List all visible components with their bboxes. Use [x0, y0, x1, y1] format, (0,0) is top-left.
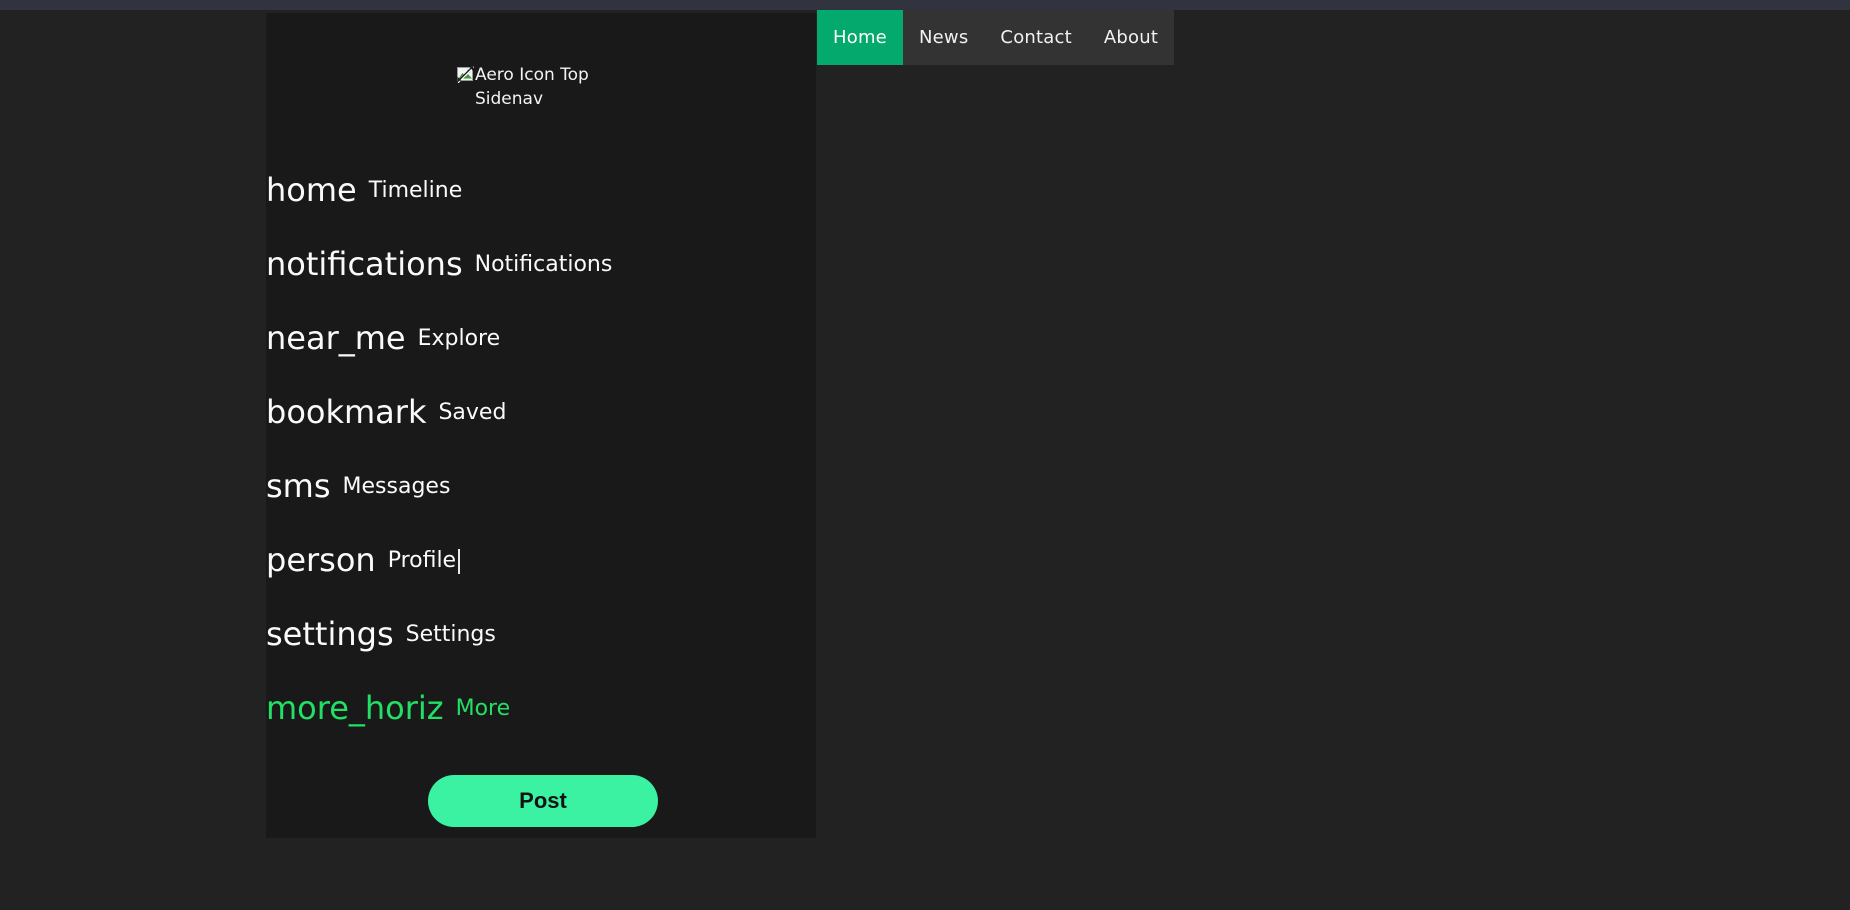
sidenav-item-label: Profile	[387, 547, 461, 574]
near-me-icon: near_me	[266, 319, 406, 357]
sidenav-item-settings[interactable]: settings Settings	[0, 597, 816, 671]
bookmark-icon: bookmark	[266, 393, 427, 431]
sidenav-logo: Aero Icon Top Sidenav	[456, 63, 777, 111]
topnav-item-about[interactable]: About	[1088, 10, 1174, 65]
post-button[interactable]: Post	[428, 775, 658, 827]
sidenav-item-notifications[interactable]: notifications Notifications	[0, 227, 816, 301]
topnav-item-contact[interactable]: Contact	[984, 10, 1087, 65]
sidenav-item-label: More	[455, 695, 511, 721]
sidenav-item-messages[interactable]: sms Messages	[0, 449, 816, 523]
broken-image-icon	[456, 65, 475, 84]
topnav-item-home[interactable]: Home	[817, 10, 903, 65]
sidenav-item-label: Timeline	[368, 177, 463, 203]
sidenav-item-label: Explore	[417, 325, 501, 351]
sidenav-item-timeline[interactable]: home Timeline	[0, 153, 816, 227]
settings-icon: settings	[266, 615, 394, 653]
sidenav-item-label: Messages	[342, 473, 451, 499]
sidenav-item-explore[interactable]: near_me Explore	[0, 301, 816, 375]
topnav-item-news[interactable]: News	[903, 10, 984, 65]
sidenav-item-list: home Timeline notifications Notification…	[266, 153, 816, 745]
sms-icon: sms	[266, 467, 331, 505]
person-icon: person	[266, 541, 376, 579]
notifications-icon: notifications	[266, 245, 463, 283]
sidenav-item-more[interactable]: more_horiz More	[0, 671, 816, 745]
home-icon: home	[266, 171, 357, 209]
sidenav-logo-alt-text: Aero Icon Top Sidenav	[475, 65, 589, 109]
side-navigation-panel: Aero Icon Top Sidenav home Timeline noti…	[266, 13, 816, 838]
more-horiz-icon: more_horiz	[266, 689, 444, 727]
top-navigation-bar: Home News Contact About	[817, 10, 1175, 65]
sidenav-item-saved[interactable]: bookmark Saved	[0, 375, 816, 449]
sidenav-item-label: Saved	[438, 399, 507, 425]
browser-top-strip	[0, 0, 1850, 10]
sidenav-item-profile[interactable]: person Profile	[0, 523, 816, 597]
sidenav-item-label: Notifications	[474, 251, 613, 277]
sidenav-item-label: Settings	[405, 621, 496, 647]
